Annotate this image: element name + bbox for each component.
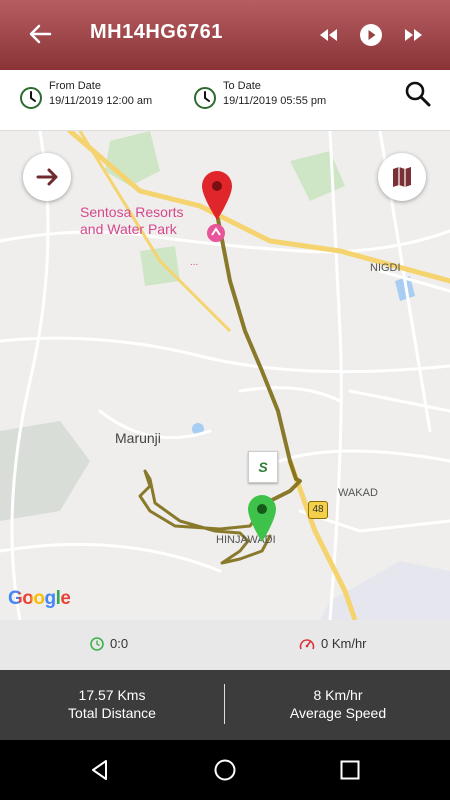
route-map[interactable]: Sentosa Resorts and Water Park ... Marun… [0, 131, 450, 620]
play-icon [360, 24, 382, 46]
place-label-marunji: Marunji [115, 430, 161, 446]
clock-icon [194, 87, 216, 109]
summary-divider [224, 684, 225, 724]
next-button[interactable] [23, 153, 71, 201]
play-button[interactable] [358, 22, 384, 48]
arrow-left-icon [29, 24, 52, 44]
google-logo: Google [8, 588, 71, 610]
from-date[interactable]: From Date 19/11/2019 12:00 am [19, 80, 179, 120]
poi-label[interactable]: Sentosa Resorts and Water Park [80, 204, 184, 238]
place-label-wakad: WAKAD [338, 487, 378, 499]
app-header: MH14HG6761 [0, 0, 450, 70]
back-triangle-icon[interactable] [88, 758, 112, 782]
poi-name-line2: and Water Park [80, 221, 177, 237]
end-marker-icon[interactable] [200, 169, 234, 221]
duration-value: 0:0 [110, 636, 129, 651]
system-nav-bar [0, 740, 450, 800]
home-circle-icon[interactable] [213, 758, 237, 782]
arrow-right-icon [36, 168, 58, 186]
recents-square-icon[interactable] [338, 758, 362, 782]
trip-summary: 17.57 Kms Total Distance 8 Km/hr Average… [0, 670, 450, 740]
speedometer-icon [299, 639, 315, 650]
date-range-bar: From Date 19/11/2019 12:00 am To Date 19… [0, 70, 450, 131]
fast-forward-icon [405, 29, 422, 41]
back-button[interactable] [24, 18, 56, 50]
vehicle-number-title: MH14HG6761 [90, 21, 223, 43]
road-shield: 48 [308, 501, 328, 519]
from-date-label: From Date [49, 80, 101, 92]
clock-icon [90, 637, 104, 651]
average-speed-label: Average Speed [289, 705, 387, 721]
poi-dots: ... [190, 257, 199, 268]
average-speed-value: 8 Km/hr [313, 687, 363, 703]
map-type-button[interactable] [378, 153, 426, 201]
fast-forward-button[interactable] [400, 24, 426, 46]
total-distance-label: Total Distance [68, 705, 156, 721]
map-icon [393, 167, 411, 187]
to-date[interactable]: To Date 19/11/2019 05:55 pm [193, 80, 353, 120]
search-icon [405, 81, 431, 107]
to-date-value: 19/11/2019 05:55 pm [223, 95, 327, 107]
to-date-label: To Date [223, 80, 261, 92]
total-distance: 17.57 Kms Total Distance [12, 686, 212, 722]
poi-pin-icon[interactable] [206, 223, 226, 243]
google-logo-text: Google [8, 588, 71, 609]
average-speed: 8 Km/hr Average Speed [238, 686, 438, 722]
current-speed-value: 0 Km/hr [321, 636, 367, 651]
start-marker-label: S [248, 451, 278, 483]
start-marker-icon[interactable] [246, 493, 278, 543]
trip-stats-bar: 0:0 0 Km/hr [0, 620, 450, 670]
search-button[interactable] [404, 80, 432, 108]
place-label-nigdi: NIGDI [370, 262, 401, 274]
poi-name-line1: Sentosa Resorts [80, 204, 184, 220]
rewind-icon [320, 29, 337, 41]
clock-icon [20, 87, 42, 109]
from-date-value: 19/11/2019 12:00 am [49, 95, 153, 107]
total-distance-value: 17.57 Kms [78, 687, 146, 703]
rewind-button[interactable] [316, 24, 342, 46]
